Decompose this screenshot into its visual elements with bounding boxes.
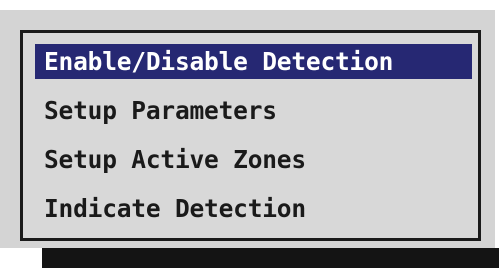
menu-list: Enable/Disable Detection Setup Parameter… xyxy=(20,30,481,241)
menu-item-enable-disable-detection[interactable]: Enable/Disable Detection xyxy=(35,44,472,79)
menu-panel: Enable/Disable Detection Setup Parameter… xyxy=(0,10,495,248)
menu-item-indicate-detection[interactable]: Indicate Detection xyxy=(35,191,472,226)
menu-item-setup-active-zones[interactable]: Setup Active Zones xyxy=(35,142,472,177)
drop-shadow xyxy=(42,248,499,268)
menu-item-setup-parameters[interactable]: Setup Parameters xyxy=(35,93,472,128)
